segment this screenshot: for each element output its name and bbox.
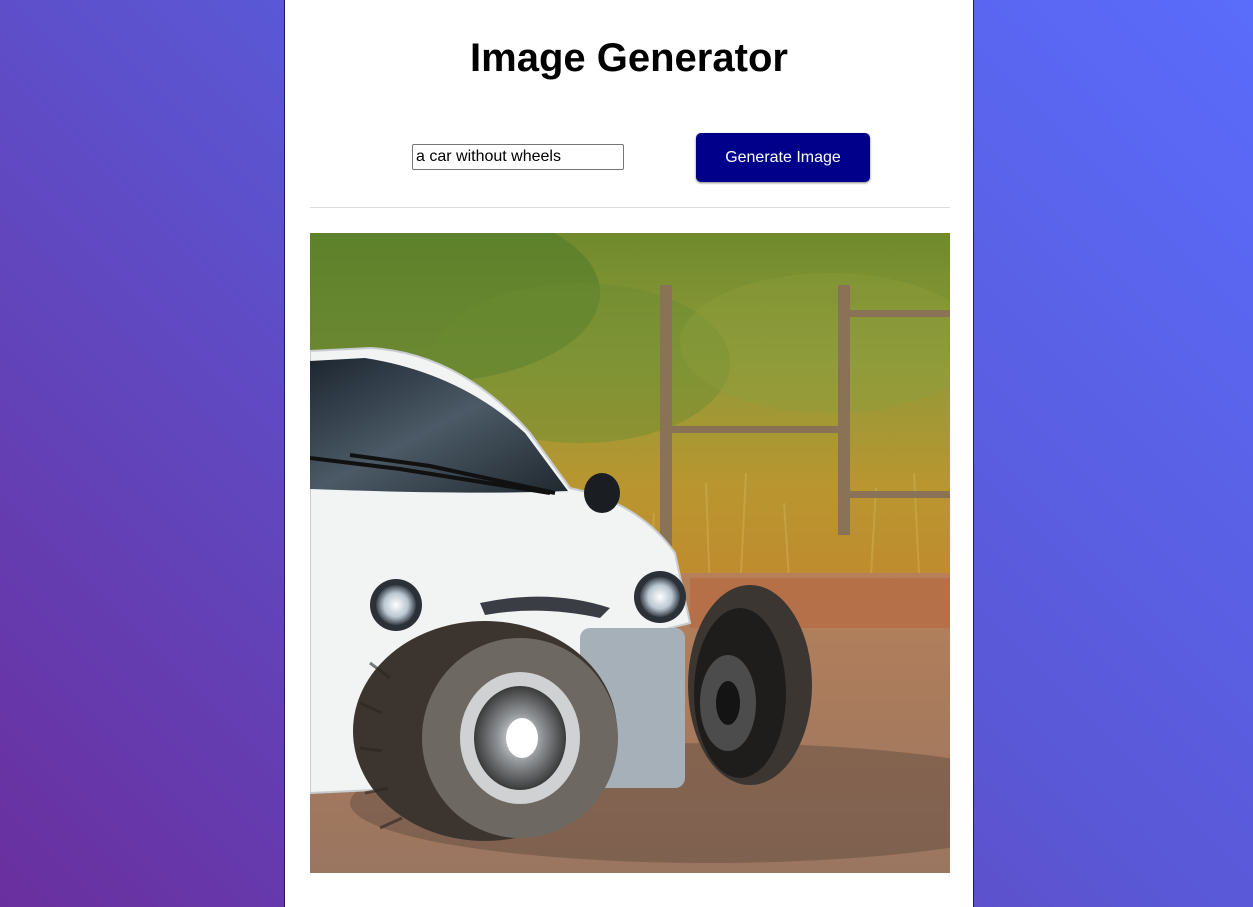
generate-image-button[interactable]: Generate Image [696,133,870,182]
prompt-input[interactable] [412,144,624,170]
divider [310,207,950,208]
main-panel: Image Generator Generate Image [284,0,974,907]
page-title: Image Generator [470,36,788,80]
generated-image [310,233,950,873]
